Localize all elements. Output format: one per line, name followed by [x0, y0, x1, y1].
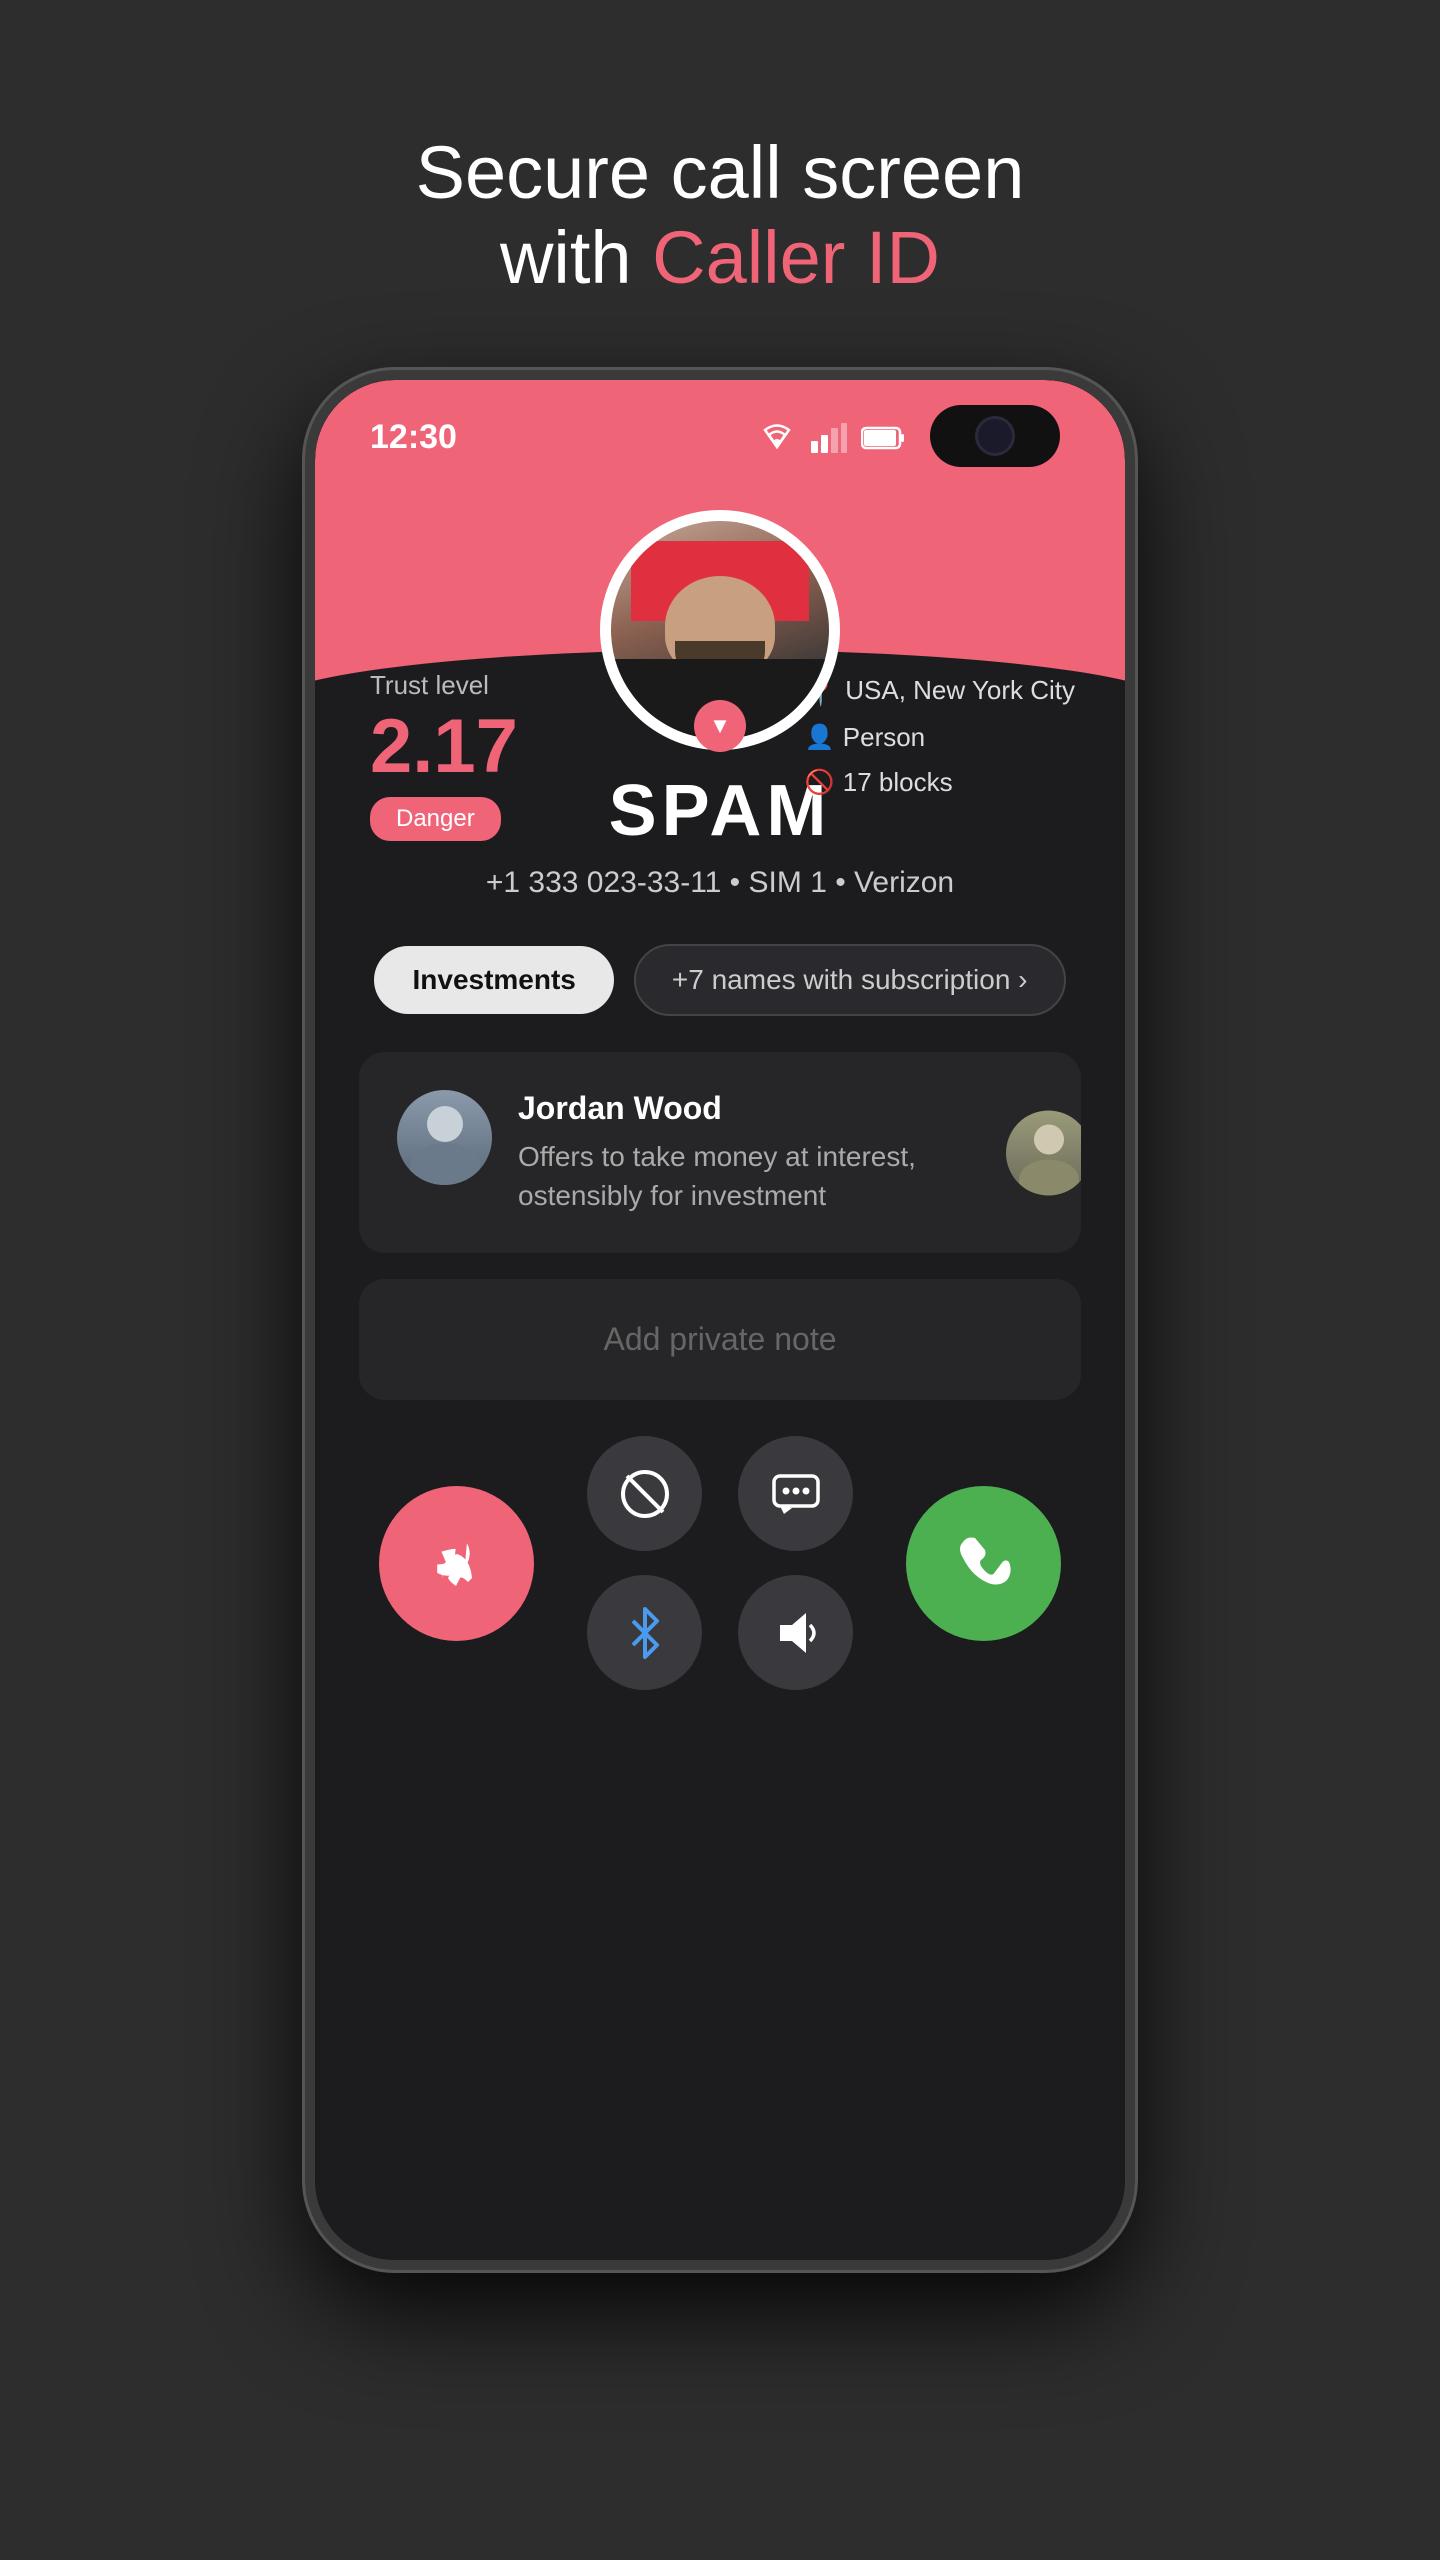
- status-time: 12:30: [370, 418, 457, 457]
- status-icons: [757, 423, 905, 453]
- avatar-container: ▼: [600, 510, 840, 750]
- tag-investments[interactable]: Investments: [374, 946, 613, 1014]
- phone-frame: 12:30: [305, 370, 1135, 2270]
- side-body: [1019, 1159, 1079, 1195]
- accept-icon: [949, 1528, 1019, 1598]
- blocks-item: 🚫 17 blocks: [805, 767, 1075, 798]
- page-title-line2: with Caller ID: [416, 215, 1025, 300]
- bluetooth-button[interactable]: [587, 1575, 702, 1690]
- trust-value: 2.17: [370, 709, 518, 785]
- avatar-indicator: ▼: [694, 700, 746, 752]
- tags-row: Investments +7 names with subscription ›: [374, 944, 1065, 1016]
- reviewer-name: Jordan Wood: [518, 1090, 1043, 1127]
- page-title-prefix: with: [500, 216, 652, 299]
- decline-icon: [422, 1528, 492, 1598]
- middle-row-2: [587, 1575, 853, 1690]
- page-wrapper: Secure call screen with Caller ID 12:30: [0, 0, 1440, 2560]
- page-title-highlight: Caller ID: [652, 216, 940, 299]
- message-icon: [770, 1468, 822, 1520]
- private-note[interactable]: Add private note: [359, 1279, 1081, 1400]
- block-icon: 🚫: [805, 768, 835, 797]
- signal-icon: [811, 423, 847, 453]
- reviewer-head: [427, 1106, 463, 1142]
- bluetooth-icon: [625, 1607, 665, 1659]
- battery-icon: [861, 425, 905, 451]
- middle-row-1: [587, 1436, 853, 1551]
- camera-lens: [975, 416, 1015, 456]
- location-item: 📍 USA, New York City: [805, 675, 1075, 708]
- camera-notch: [930, 405, 1060, 467]
- avatar-ring: ▼: [600, 510, 840, 750]
- trust-level-panel: Trust level 2.17 Danger: [370, 670, 518, 841]
- speaker-icon: [770, 1607, 822, 1659]
- page-header: Secure call screen with Caller ID: [416, 130, 1025, 300]
- call-content-area: SPAM +1 333 023-33-11 • SIM 1 • Verizon …: [315, 760, 1125, 1722]
- caller-info-panel: 📍 USA, New York City 👤 Person 🚫 17 block…: [805, 675, 1075, 798]
- block-call-icon: [619, 1468, 671, 1520]
- decline-button[interactable]: [379, 1486, 534, 1641]
- phone-screen: 12:30: [315, 380, 1125, 2260]
- chevron-down-icon: ▼: [709, 713, 731, 739]
- category-text: Person: [843, 722, 925, 753]
- category-item: 👤 Person: [805, 722, 1075, 753]
- caller-name: SPAM: [609, 770, 832, 852]
- middle-buttons: [587, 1436, 853, 1690]
- accept-button[interactable]: [906, 1486, 1061, 1641]
- tag-subscription[interactable]: +7 names with subscription ›: [634, 944, 1066, 1016]
- review-text-area: Jordan Wood Offers to take money at inte…: [518, 1090, 1043, 1215]
- side-avatar: [1006, 1110, 1081, 1195]
- private-note-text: Add private note: [395, 1321, 1045, 1358]
- wifi-icon: [757, 423, 797, 453]
- call-buttons-row1: [359, 1436, 1081, 1690]
- speaker-button[interactable]: [738, 1575, 853, 1690]
- trust-label: Trust level: [370, 670, 518, 701]
- message-button[interactable]: [738, 1436, 853, 1551]
- review-card: Jordan Wood Offers to take money at inte…: [359, 1052, 1081, 1253]
- reviewer-text: Offers to take money at interest, ostens…: [518, 1137, 1043, 1215]
- status-bar: 12:30: [370, 418, 905, 457]
- reviewer-avatar: [397, 1090, 492, 1185]
- side-head: [1034, 1124, 1064, 1154]
- page-title-line1: Secure call screen: [416, 130, 1025, 215]
- danger-badge: Danger: [370, 797, 501, 841]
- caller-number: +1 333 023-33-11 • SIM 1 • Verizon: [486, 866, 954, 900]
- block-button[interactable]: [587, 1436, 702, 1551]
- blocks-text: 17 blocks: [843, 767, 953, 798]
- location-text: USA, New York City: [845, 675, 1075, 706]
- reviewer-body: [410, 1143, 480, 1185]
